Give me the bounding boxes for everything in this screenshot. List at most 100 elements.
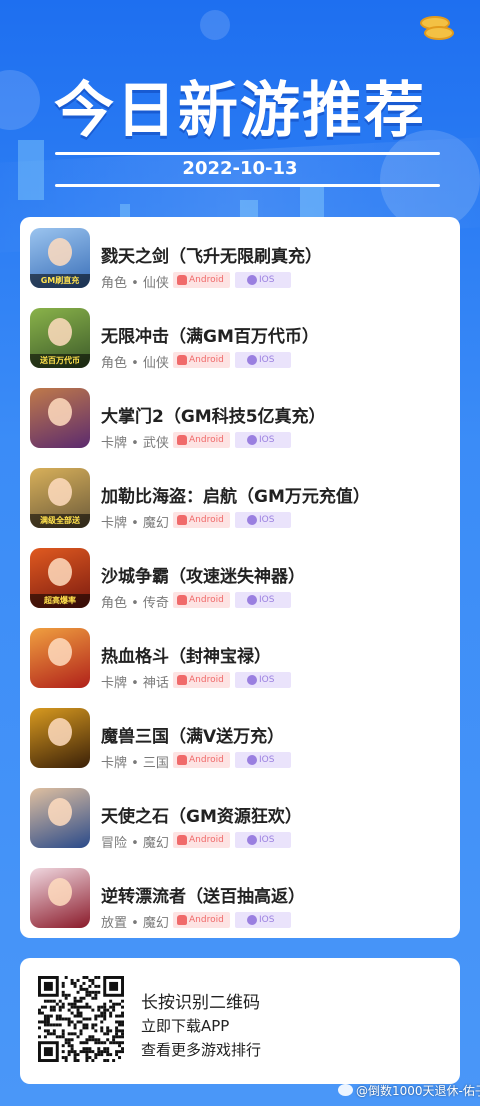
game-icon[interactable] [30,868,90,928]
game-icon[interactable] [30,628,90,688]
ios-label: IOS [259,675,275,685]
game-tags: 卡牌 • 三国 [101,756,169,771]
header: 今日新游推荐 2022-10-13 [0,0,480,215]
game-icon[interactable]: 满级全部送 [30,468,90,528]
android-icon [177,435,187,445]
game-name[interactable]: 天使之石（GM资源狂欢） [101,802,302,827]
android-icon [177,835,187,845]
ios-badge[interactable]: IOS [235,592,291,608]
android-label: Android [189,355,224,365]
game-item[interactable]: 天使之石（GM资源狂欢） 冒险 • 魔幻 Android IOS [30,788,450,868]
ios-badge[interactable]: IOS [235,352,291,368]
apple-icon [247,435,257,445]
android-label: Android [189,675,224,685]
ios-badge[interactable]: IOS [235,512,291,528]
apple-icon [247,515,257,525]
android-icon [177,595,187,605]
game-name[interactable]: 魔兽三国（满V送万充） [101,722,284,747]
page-title: 今日新游推荐 [54,76,426,146]
qr-card: 长按识别二维码 立即下载APP 查看更多游戏排行 [20,958,460,1084]
game-tags: 放置 • 魔幻 [101,916,169,931]
android-icon [177,755,187,765]
weibo-icon [338,1084,353,1096]
game-name[interactable]: 大掌门2（GM科技5亿真充） [101,402,326,427]
apple-icon [247,355,257,365]
game-icon[interactable] [30,708,90,768]
game-item[interactable]: 逆转漂流者（送百抽高返） 放置 • 魔幻 Android IOS [30,868,450,948]
android-icon [177,355,187,365]
game-item[interactable]: 超高爆率 沙城争霸（攻速迷失神器） 角色 • 传奇 Android IOS [30,548,450,628]
android-badge[interactable]: Android [173,672,230,688]
android-badge[interactable]: Android [173,352,230,368]
ios-label: IOS [259,835,275,845]
ios-badge[interactable]: IOS [235,752,291,768]
game-icon[interactable]: 超高爆率 [30,548,90,608]
android-icon [177,915,187,925]
game-tags: 冒险 • 魔幻 [101,836,169,851]
ios-label: IOS [259,275,275,285]
android-badge[interactable]: Android [173,912,230,928]
game-icon[interactable] [30,788,90,848]
apple-icon [247,835,257,845]
game-icon[interactable]: GM刷直充 [30,228,90,288]
game-tags: 角色 • 仙侠 [101,276,169,291]
android-label: Android [189,755,224,765]
apple-icon [247,755,257,765]
android-label: Android [189,915,224,925]
game-tags: 卡牌 • 神话 [101,676,169,691]
ios-badge[interactable]: IOS [235,432,291,448]
apple-icon [247,675,257,685]
game-item[interactable]: 大掌门2（GM科技5亿真充） 卡牌 • 武侠 Android IOS [30,388,450,468]
android-badge[interactable]: Android [173,832,230,848]
game-tags: 角色 • 传奇 [101,596,169,611]
qr-ranking: 查看更多游戏排行 [141,1041,262,1059]
game-name[interactable]: 无限冲击（满GM百万代币） [101,322,319,347]
watermark: @倒数1000天退休-佑子 [356,1084,480,1098]
game-item[interactable]: GM刷直充 戮天之剑（飞升无限刷真充） 角色 • 仙侠 Android IOS [30,228,450,308]
ios-label: IOS [259,355,275,365]
ios-badge[interactable]: IOS [235,832,291,848]
ios-label: IOS [259,915,275,925]
ios-badge[interactable]: IOS [235,912,291,928]
android-label: Android [189,595,224,605]
game-name[interactable]: 戮天之剑（飞升无限刷真充） [101,242,322,267]
android-icon [177,515,187,525]
android-icon [177,275,187,285]
game-tags: 卡牌 • 魔幻 [101,516,169,531]
game-name[interactable]: 加勒比海盗：启航（GM万元充值） [101,482,370,507]
game-icon-caption: 满级全部送 [30,514,90,528]
game-tags: 角色 • 仙侠 [101,356,169,371]
ios-label: IOS [259,515,275,525]
game-item[interactable]: 满级全部送 加勒比海盗：启航（GM万元充值） 卡牌 • 魔幻 Android IOS [30,468,450,548]
qr-code[interactable] [38,976,124,1062]
android-badge[interactable]: Android [173,272,230,288]
game-icon[interactable] [30,388,90,448]
divider [55,184,440,187]
game-icon-caption: GM刷直充 [30,274,90,288]
android-label: Android [189,515,224,525]
android-badge[interactable]: Android [173,512,230,528]
game-icon-caption: 超高爆率 [30,594,90,608]
android-badge[interactable]: Android [173,432,230,448]
android-badge[interactable]: Android [173,592,230,608]
ios-label: IOS [259,755,275,765]
date-label: 2022-10-13 [182,158,298,179]
game-name[interactable]: 热血格斗（封神宝禄） [101,642,271,667]
ios-label: IOS [259,435,275,445]
android-label: Android [189,835,224,845]
android-label: Android [189,275,224,285]
game-item[interactable]: 魔兽三国（满V送万充） 卡牌 • 三国 Android IOS [30,708,450,788]
apple-icon [247,915,257,925]
apple-icon [247,595,257,605]
android-label: Android [189,435,224,445]
divider [55,152,440,155]
game-item[interactable]: 热血格斗（封神宝禄） 卡牌 • 神话 Android IOS [30,628,450,708]
game-item[interactable]: 送百万代币 无限冲击（满GM百万代币） 角色 • 仙侠 Android IOS [30,308,450,388]
game-name[interactable]: 沙城争霸（攻速迷失神器） [101,562,305,587]
game-icon[interactable]: 送百万代币 [30,308,90,368]
android-icon [177,675,187,685]
android-badge[interactable]: Android [173,752,230,768]
game-name[interactable]: 逆转漂流者（送百抽高返） [101,882,305,907]
ios-badge[interactable]: IOS [235,272,291,288]
ios-badge[interactable]: IOS [235,672,291,688]
